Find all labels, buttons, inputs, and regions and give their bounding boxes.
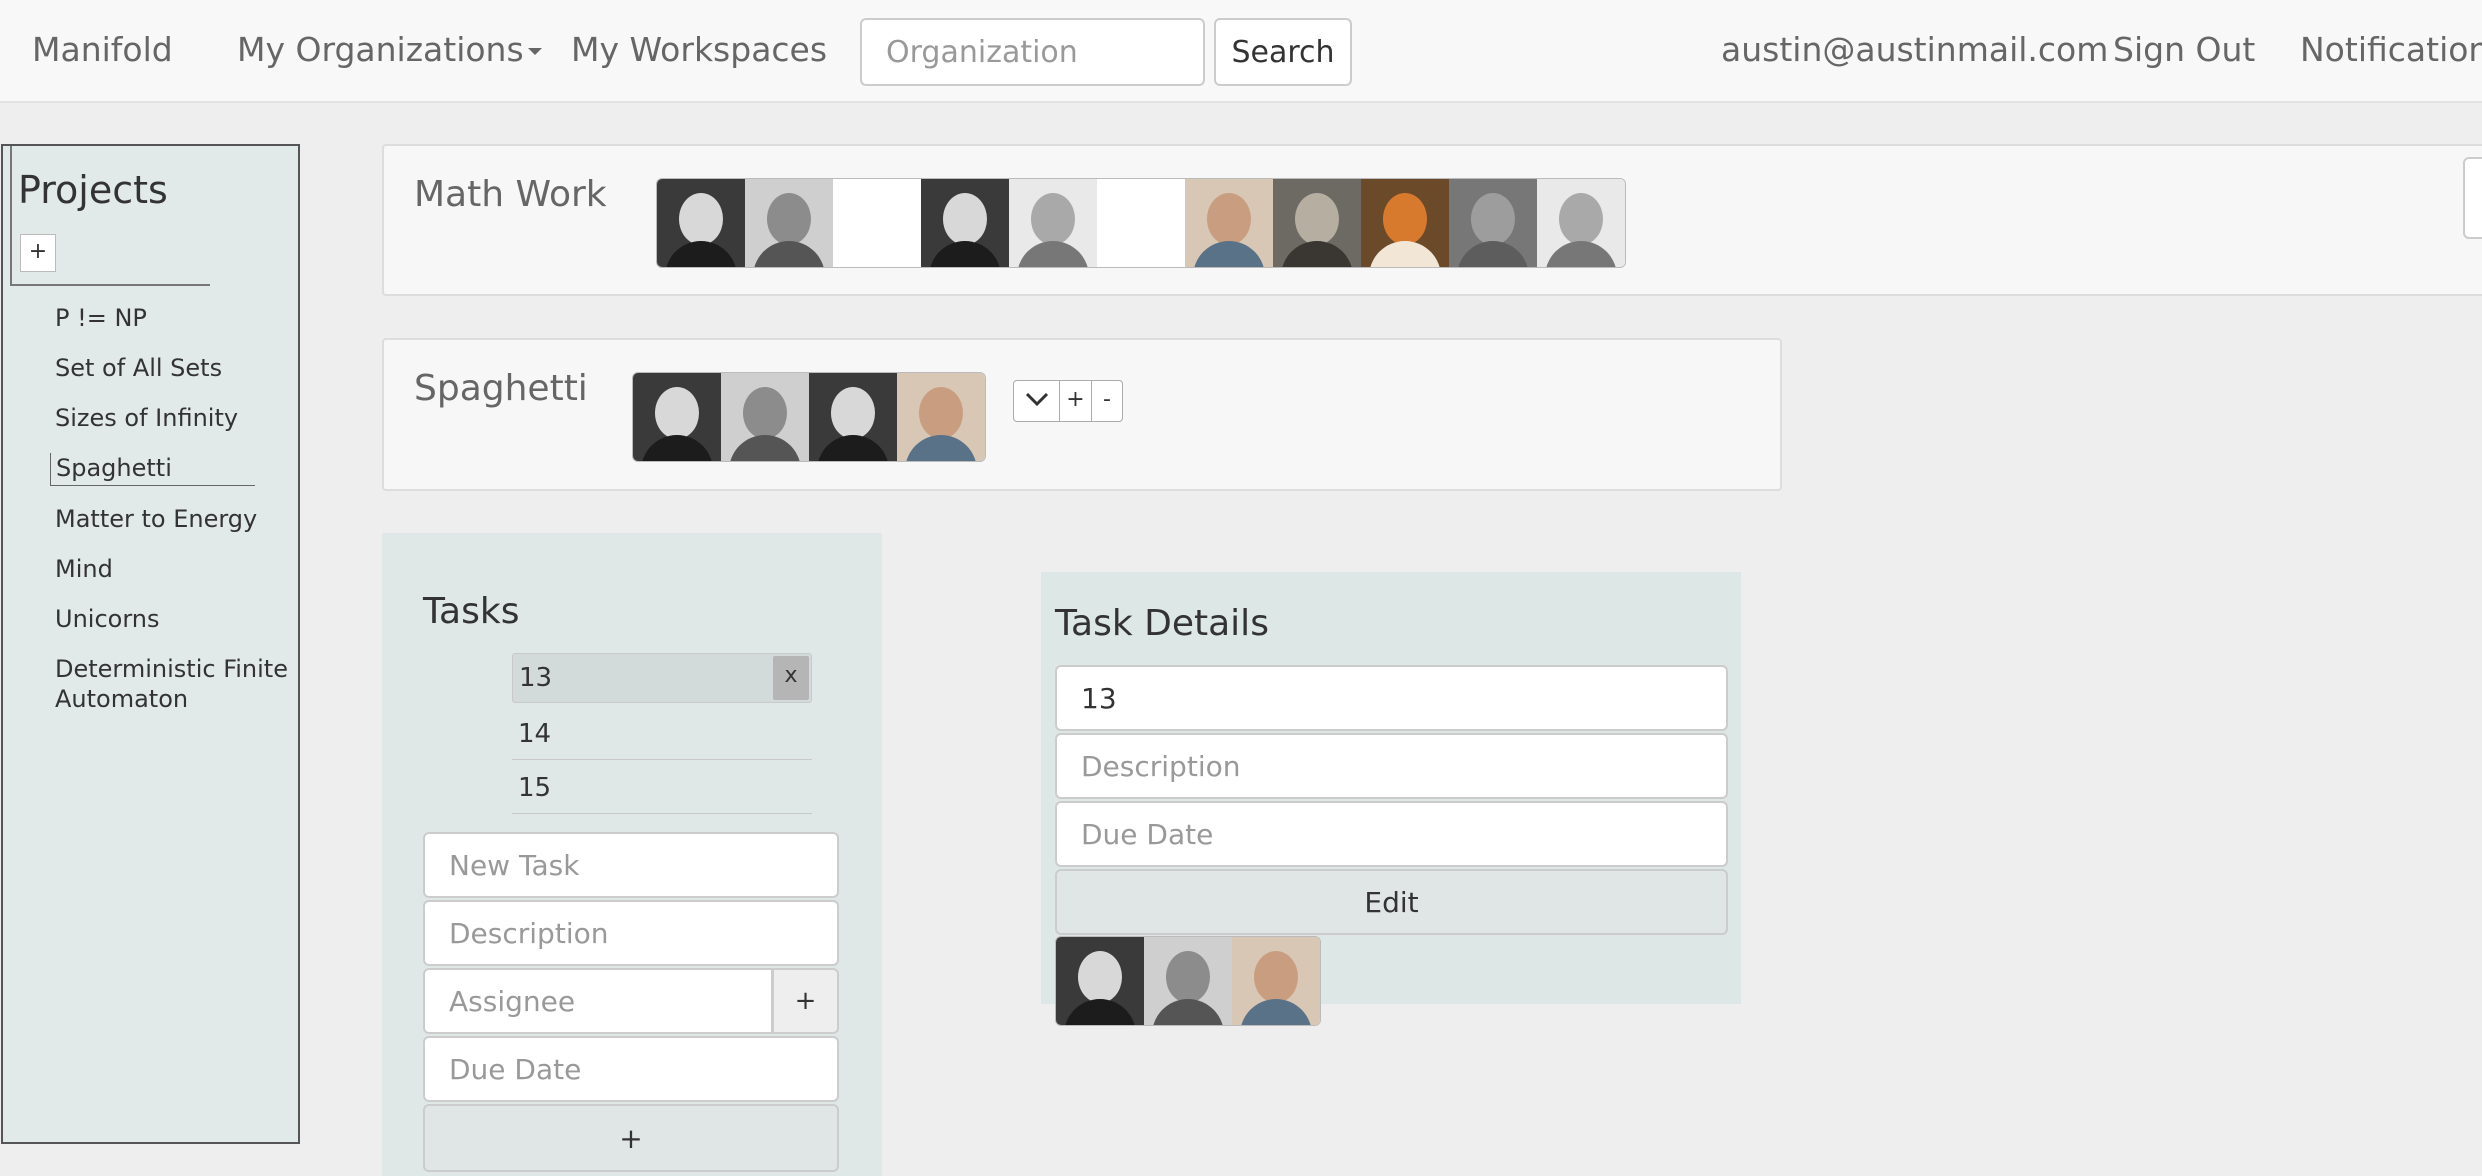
- tasks-title: Tasks: [423, 591, 520, 632]
- avatar[interactable]: [721, 373, 809, 461]
- sidebar-item-unicorns[interactable]: Unicorns: [55, 604, 295, 634]
- sidebar-item-dfa[interactable]: Deterministic Finite Automaton: [55, 654, 295, 714]
- panel-side-button[interactable]: [2463, 157, 2482, 239]
- avatar[interactable]: [1056, 937, 1144, 1025]
- new-task-input[interactable]: [423, 832, 839, 898]
- add-project-button[interactable]: +: [20, 234, 56, 272]
- project-controls: + -: [1013, 380, 1123, 422]
- add-member-button[interactable]: +: [1060, 381, 1092, 421]
- task-description-field[interactable]: [1055, 733, 1728, 799]
- avatar[interactable]: [809, 373, 897, 461]
- assignee-avatars: [1055, 936, 1321, 1026]
- avatar[interactable]: [1097, 179, 1185, 267]
- organizations-label: My Organizations: [237, 30, 524, 69]
- workspaces-link[interactable]: My Workspaces: [571, 30, 827, 69]
- avatar[interactable]: [897, 373, 985, 461]
- task-details-title: Task Details: [1055, 603, 1269, 644]
- avatar[interactable]: [633, 373, 721, 461]
- task-label: 15: [518, 773, 552, 803]
- add-task-button[interactable]: +: [423, 1104, 839, 1172]
- avatar[interactable]: [1232, 937, 1320, 1025]
- due-date-input[interactable]: [423, 1036, 839, 1102]
- edit-task-button[interactable]: Edit: [1055, 869, 1728, 935]
- task-name-field[interactable]: [1055, 665, 1728, 731]
- remove-member-button[interactable]: -: [1092, 381, 1122, 421]
- project-title: Spaghetti: [414, 368, 588, 409]
- avatar[interactable]: [1009, 179, 1097, 267]
- project-panel-math-work: Math Work: [382, 144, 2482, 296]
- sidebar-item-mind[interactable]: Mind: [55, 554, 295, 584]
- add-assignee-button[interactable]: +: [772, 968, 839, 1034]
- sidebar-item-sizes-of-infinity[interactable]: Sizes of Infinity: [55, 403, 295, 433]
- notifications-link[interactable]: Notifications: [2300, 30, 2482, 69]
- avatar[interactable]: [1273, 179, 1361, 267]
- task-item-15[interactable]: 15: [512, 762, 812, 814]
- task-due-date-field[interactable]: [1055, 801, 1728, 867]
- sidebar-item-p-np[interactable]: P != NP: [55, 303, 295, 333]
- project-list: P != NP Set of All Sets Sizes of Infinit…: [50, 303, 295, 734]
- projects-title: Projects: [18, 168, 168, 212]
- avatar[interactable]: [745, 179, 833, 267]
- avatar[interactable]: [657, 179, 745, 267]
- sidebar-item-matter-to-energy[interactable]: Matter to Energy: [55, 504, 295, 534]
- avatar[interactable]: [833, 179, 921, 267]
- user-email-link[interactable]: austin@austinmail.com: [1721, 30, 2108, 69]
- avatar[interactable]: [1361, 179, 1449, 267]
- top-navbar: Manifold My Organizations My Workspaces …: [0, 0, 2482, 103]
- member-avatars: [632, 372, 986, 462]
- avatar[interactable]: [1144, 937, 1232, 1025]
- member-avatars: [656, 178, 1626, 268]
- task-description-input[interactable]: [423, 900, 839, 966]
- search-button[interactable]: Search: [1214, 18, 1352, 86]
- avatar[interactable]: [1185, 179, 1273, 267]
- projects-sidebar: Projects + P != NP Set of All Sets Sizes…: [1, 144, 300, 1144]
- remove-task-button[interactable]: x: [773, 656, 809, 700]
- task-label: 14: [518, 719, 552, 749]
- assignee-input[interactable]: [423, 968, 773, 1034]
- brand-link[interactable]: Manifold: [32, 30, 173, 69]
- task-item-13[interactable]: 13 x: [512, 653, 812, 703]
- project-title: Math Work: [414, 174, 607, 215]
- organization-search-input[interactable]: [860, 18, 1205, 86]
- task-item-14[interactable]: 14: [512, 708, 812, 760]
- sidebar-item-set-of-all-sets[interactable]: Set of All Sets: [55, 353, 295, 383]
- avatar[interactable]: [1449, 179, 1537, 267]
- organizations-dropdown[interactable]: My Organizations: [237, 30, 542, 69]
- caret-down-icon: [527, 48, 542, 55]
- sidebar-item-spaghetti[interactable]: Spaghetti: [50, 453, 255, 486]
- chevron-down-icon[interactable]: [1014, 381, 1060, 421]
- projects-header: Projects +: [10, 146, 210, 286]
- avatar[interactable]: [1537, 179, 1625, 267]
- sign-out-link[interactable]: Sign Out: [2113, 30, 2255, 69]
- task-label: 13: [519, 663, 553, 693]
- avatar[interactable]: [921, 179, 1009, 267]
